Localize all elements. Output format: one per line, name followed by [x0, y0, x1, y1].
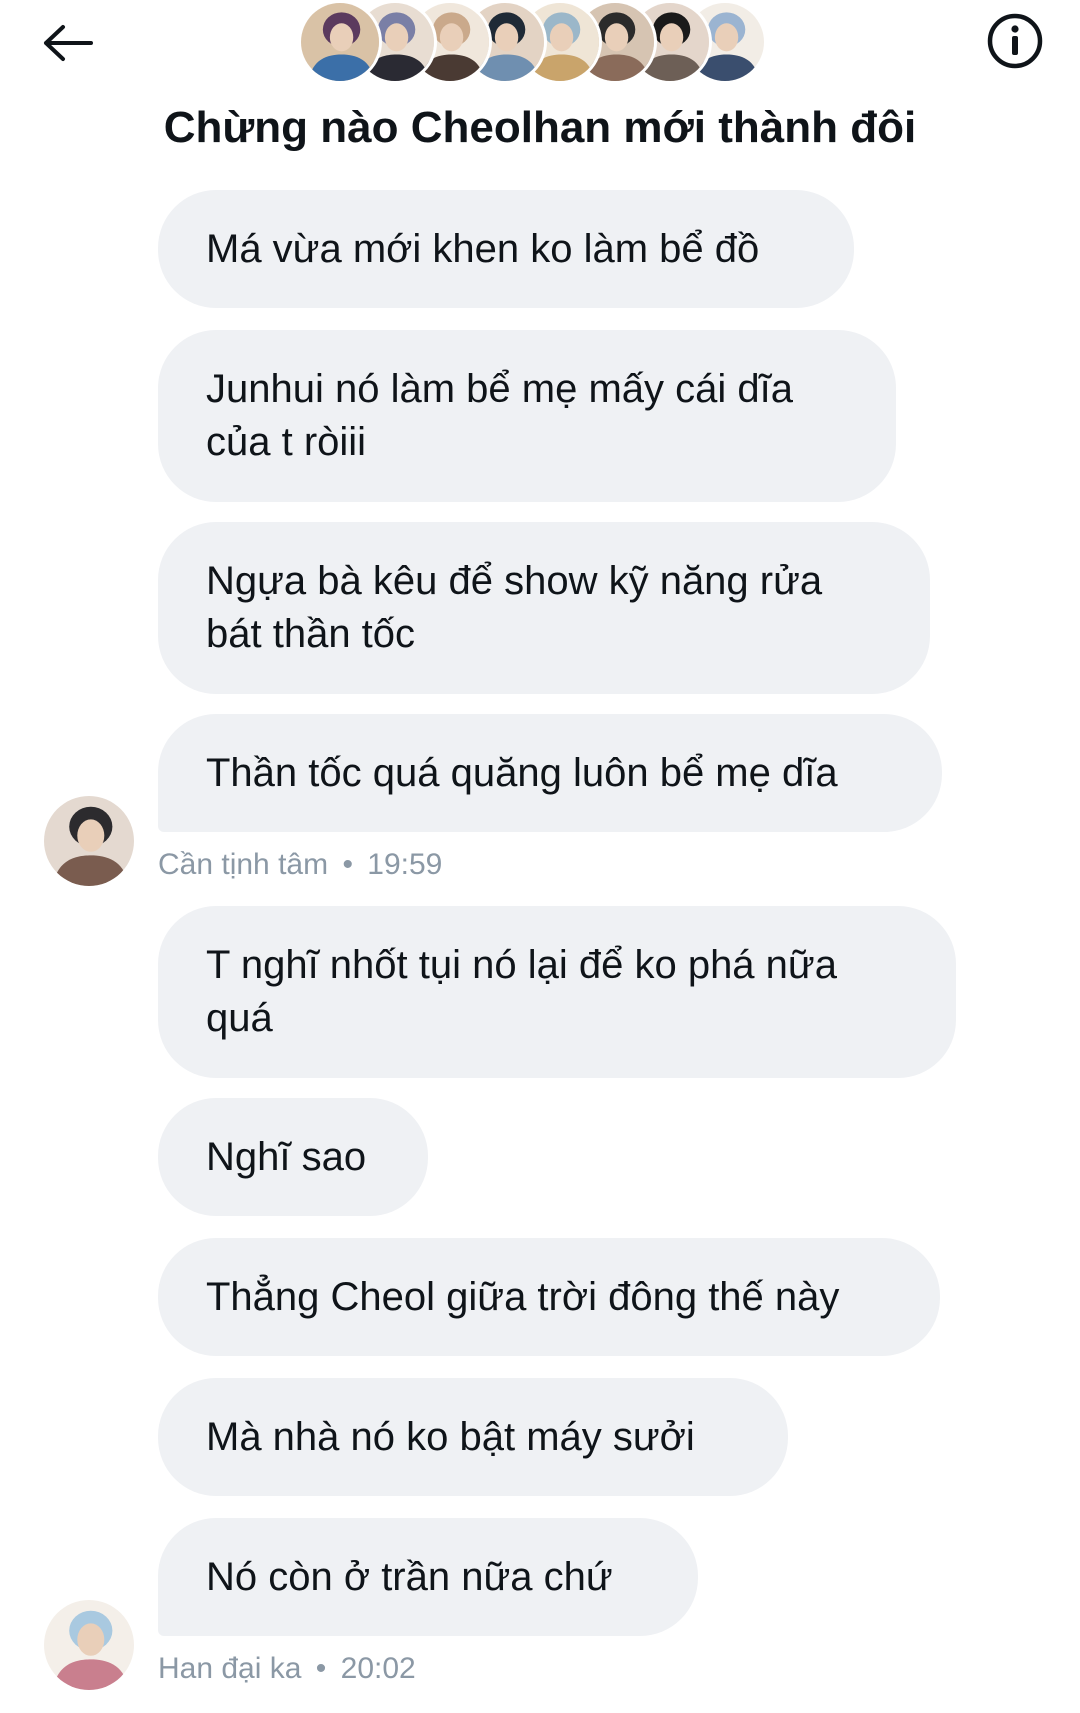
conversation-title: Chừng nào Cheolhan mới thành đôi — [163, 103, 917, 152]
avatar-photo — [44, 796, 134, 886]
message-bubble[interactable]: Mà nhà nó ko bật máy sưởi — [158, 1378, 788, 1496]
message-text: T nghĩ nhốt tụi nó lại để ko phá nữa quá — [206, 943, 837, 1040]
message-bubble[interactable]: Má vừa mới khen ko làm bể đồ — [158, 190, 854, 308]
message-bubble[interactable]: Nó còn ở trần nữa chứ — [158, 1518, 698, 1636]
meta-separator: • — [315, 1652, 327, 1685]
info-circle-icon — [987, 13, 1043, 69]
group-member-avatars[interactable] — [298, 0, 788, 86]
message-bubble[interactable]: Junhui nó làm bể mẹ mấy cái dĩa của t rò… — [158, 330, 896, 502]
message-bubble[interactable]: T nghĩ nhốt tụi nó lại để ko phá nữa quá — [158, 906, 956, 1078]
message-text: Mà nhà nó ko bật máy sưởi — [206, 1414, 695, 1459]
message-text: Thần tốc quá quăng luôn bể mẹ dĩa — [206, 750, 838, 795]
sender-name: Han đại ka — [158, 1652, 302, 1685]
avatar-photo — [44, 1600, 134, 1690]
conversation-info-button[interactable] — [980, 6, 1050, 76]
message-bubble[interactable]: Thẳng Cheol giữa trời đông thế này — [158, 1238, 940, 1356]
avatar[interactable] — [44, 1600, 134, 1690]
message-meta: Han đại ka • 20:02 — [158, 1652, 416, 1686]
arrow-left-icon — [44, 25, 93, 61]
message-text: Má vừa mới khen ko làm bể đồ — [206, 226, 760, 271]
message-text: Nó còn ở trần nữa chứ — [206, 1554, 613, 1599]
message-bubble[interactable]: Ngựa bà kêu để show kỹ năng rửa bát thần… — [158, 522, 930, 694]
avatar[interactable] — [44, 796, 134, 886]
message-text: Ngựa bà kêu để show kỹ năng rửa bát thần… — [206, 559, 823, 656]
message-time: 19:59 — [367, 848, 443, 881]
message-time: 20:02 — [340, 1652, 416, 1685]
message-bubble[interactable]: Nghĩ sao — [158, 1098, 428, 1216]
meta-separator: • — [342, 848, 353, 881]
message-bubble[interactable]: Thần tốc quá quăng luôn bể mẹ dĩa — [158, 714, 942, 832]
conversation-header: Chừng nào Cheolhan mới thành đôi — [0, 0, 1080, 170]
message-text: Thẳng Cheol giữa trời đông thế này — [206, 1274, 840, 1319]
member-avatar — [298, 0, 382, 84]
message-text: Junhui nó làm bể mẹ mấy cái dĩa của t rò… — [206, 367, 793, 464]
message-text: Nghĩ sao — [206, 1134, 367, 1179]
avatar-photo — [301, 3, 379, 81]
sender-name: Cần tịnh tâm — [158, 848, 329, 881]
back-button[interactable] — [32, 8, 102, 78]
message-meta: Cần tịnh tâm • 19:59 — [158, 848, 442, 882]
